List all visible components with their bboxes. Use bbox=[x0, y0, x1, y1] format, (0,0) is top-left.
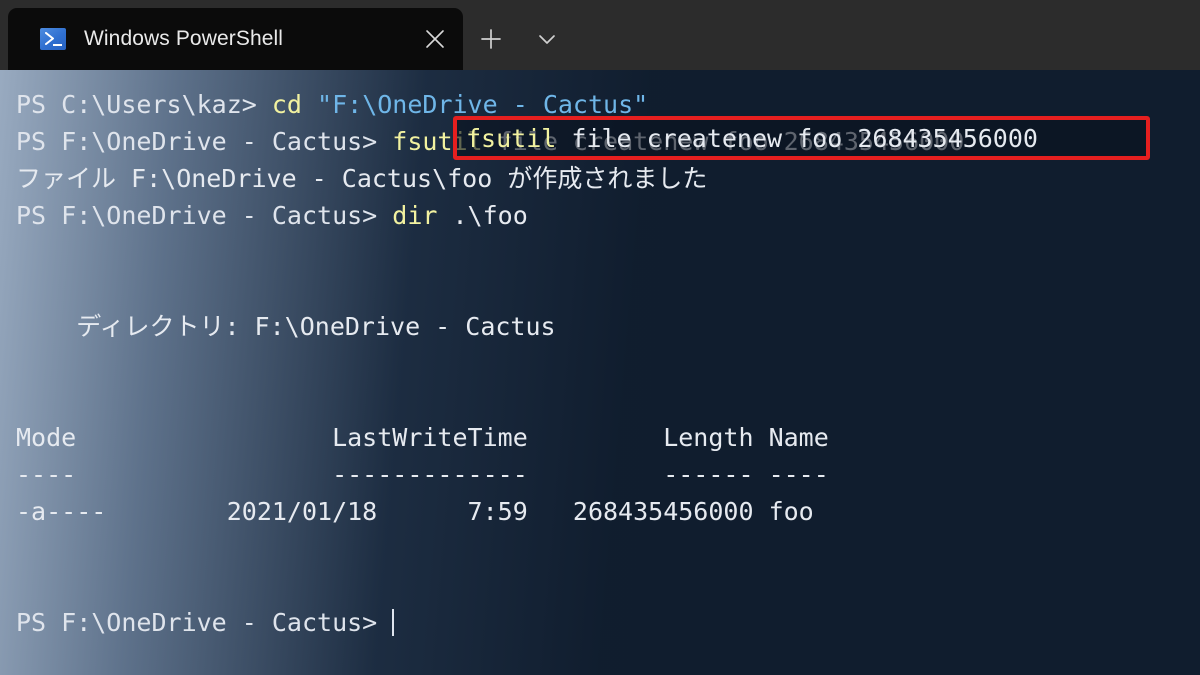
line-5-blank bbox=[16, 234, 1200, 271]
highlight-text-segment: file createnew foo 268435456000 bbox=[556, 123, 1038, 153]
title-bar: Windows PowerShell bbox=[0, 0, 1200, 70]
text-segment bbox=[16, 571, 31, 600]
powershell-window: Windows PowerShell PS C:\Users\kaz> cd "… bbox=[0, 0, 1200, 675]
line-6-blank bbox=[16, 271, 1200, 308]
text-segment: cd bbox=[271, 90, 302, 119]
line-10-table-header: Mode LastWriteTime Length Name bbox=[16, 419, 1200, 456]
text-segment bbox=[16, 238, 31, 267]
text-segment: ディレクトリ: F:\OneDrive - Cactus bbox=[16, 312, 556, 341]
line-9-blank bbox=[16, 382, 1200, 419]
highlight-text-segment: fsutil bbox=[466, 123, 557, 153]
line-3-created-message: ファイル F:\OneDrive - Cactus\foo が作成されました bbox=[16, 160, 1200, 197]
powershell-icon bbox=[40, 28, 66, 50]
tab-title: Windows PowerShell bbox=[84, 27, 284, 50]
text-segment: PS F:\OneDrive - Cactus> bbox=[16, 201, 393, 230]
tab-close-button[interactable] bbox=[407, 8, 463, 70]
line-14-blank bbox=[16, 567, 1200, 604]
terminal-surface[interactable]: PS C:\Users\kaz> cd "F:\OneDrive - Cactu… bbox=[0, 70, 1200, 675]
fsutil-highlight-text: fsutil file createnew foo 268435456000 bbox=[453, 116, 1150, 160]
text-cursor bbox=[392, 609, 395, 636]
line-12-table-row: -a---- 2021/01/18 7:59 268435456000 foo bbox=[16, 493, 1200, 530]
chevron-down-icon bbox=[539, 35, 555, 44]
text-segment: PS C:\Users\kaz> bbox=[16, 90, 272, 119]
text-segment: Mode LastWriteTime Length Name bbox=[16, 423, 829, 452]
line-4-dir: PS F:\OneDrive - Cactus> dir .\foo bbox=[16, 197, 1200, 234]
text-segment: .\foo bbox=[437, 201, 528, 230]
text-segment: ---- ------------- ------ ---- bbox=[16, 460, 829, 489]
plus-icon bbox=[481, 29, 501, 49]
text-segment bbox=[16, 349, 31, 378]
text-segment bbox=[16, 534, 31, 563]
text-segment: dir bbox=[392, 201, 438, 230]
line-8-blank bbox=[16, 345, 1200, 382]
titlebar-left-gap bbox=[0, 0, 8, 70]
close-icon bbox=[426, 30, 444, 48]
tab-dropdown-button[interactable] bbox=[519, 8, 575, 70]
line-15-final-prompt: PS F:\OneDrive - Cactus> bbox=[16, 604, 1200, 641]
text-segment: ファイル F:\OneDrive - Cactus\foo が作成されました bbox=[16, 164, 708, 193]
text-segment bbox=[302, 90, 317, 119]
text-segment bbox=[16, 386, 31, 415]
text-segment: PS F:\OneDrive - Cactus> bbox=[16, 127, 393, 156]
tab-windows-powershell[interactable]: Windows PowerShell bbox=[8, 8, 463, 70]
line-11-table-rule: ---- ------------- ------ ---- bbox=[16, 456, 1200, 493]
text-segment bbox=[16, 275, 31, 304]
text-segment: -a---- 2021/01/18 7:59 268435456000 foo bbox=[16, 497, 814, 526]
line-13-blank bbox=[16, 530, 1200, 567]
new-tab-button[interactable] bbox=[463, 8, 519, 70]
text-segment: "F:\OneDrive - Cactus" bbox=[317, 90, 649, 119]
text-segment: PS F:\OneDrive - Cactus> bbox=[16, 608, 393, 637]
powershell-underscore-glyph bbox=[53, 44, 62, 46]
line-7-directory-header: ディレクトリ: F:\OneDrive - Cactus bbox=[16, 308, 1200, 345]
